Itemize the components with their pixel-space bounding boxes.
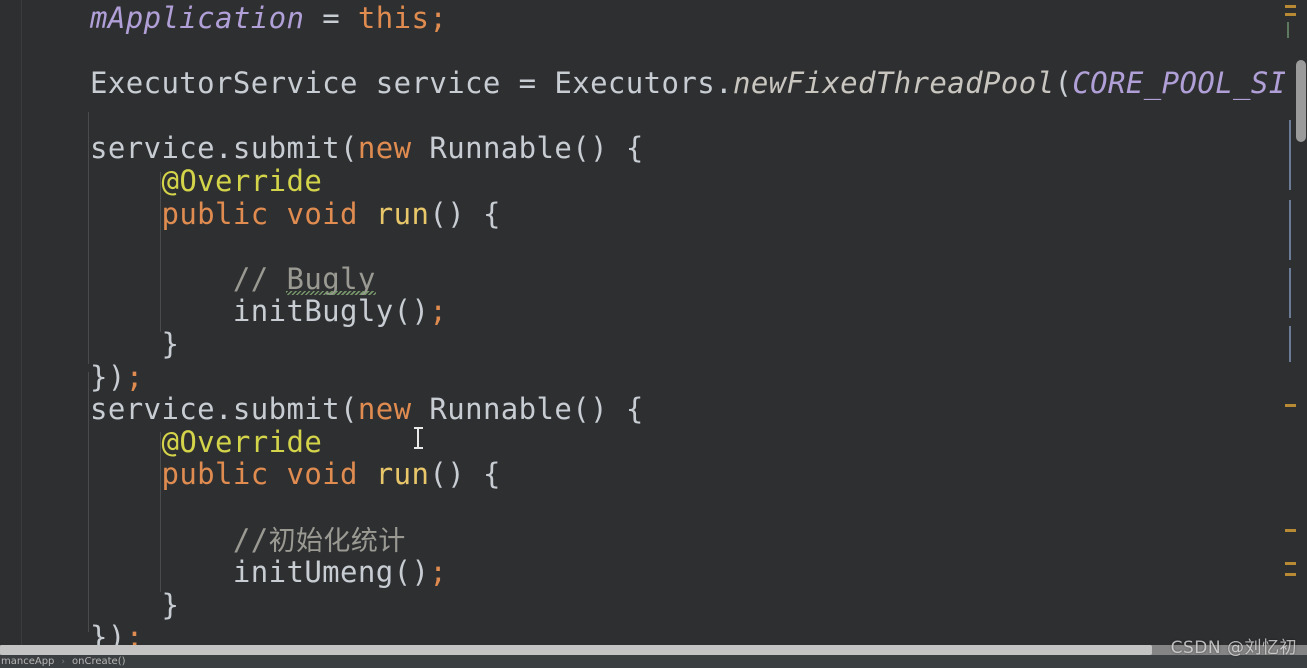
code-token: ( <box>1054 66 1073 101</box>
code-token: } <box>90 327 180 361</box>
code-text-area[interactable]: mApplication = this; ExecutorService serv… <box>0 0 1307 645</box>
code-line[interactable]: // Bugly <box>90 261 377 296</box>
indent-guide <box>88 372 89 632</box>
breadcrumb[interactable]: manceApp › onCreate() <box>0 655 1307 668</box>
warning-marker[interactable] <box>1285 13 1296 16</box>
code-token: 初始化统计 <box>268 525 406 557</box>
caret-column-line <box>1289 200 1291 260</box>
code-token: ; <box>429 294 448 329</box>
code-token: ; <box>429 1 448 35</box>
code-token: new <box>357 392 412 427</box>
code-line[interactable]: }); <box>90 359 144 394</box>
code-token: ExecutorService service = Executors. <box>90 66 733 101</box>
spellcheck-squiggle: Bugly <box>286 261 377 296</box>
code-line[interactable]: @Override <box>90 424 323 459</box>
code-token: service.submit( <box>90 392 358 427</box>
code-token: @Override <box>161 164 323 198</box>
warning-marker[interactable] <box>1285 5 1296 8</box>
code-token: mApplication <box>90 1 305 35</box>
code-token: Bugly <box>286 261 377 296</box>
vertical-scrollbar[interactable] <box>1285 0 1307 645</box>
code-line[interactable]: ExecutorService service = Executors.newF… <box>90 67 1287 100</box>
warning-marker[interactable] <box>1285 573 1296 576</box>
code-line[interactable]: }); <box>90 621 144 645</box>
code-line[interactable]: } <box>90 587 180 622</box>
code-token: this <box>357 1 430 35</box>
code-token: () { <box>429 457 501 492</box>
code-line[interactable]: } <box>90 328 179 361</box>
code-token: ; <box>125 359 144 394</box>
caret-column-line <box>1289 268 1291 318</box>
warning-marker[interactable] <box>1285 529 1296 532</box>
code-token: // <box>232 261 287 296</box>
caret-column-line <box>1287 22 1289 38</box>
code-token: newFixedThreadPool <box>732 66 1055 101</box>
code-token: new <box>357 131 412 166</box>
code-line[interactable]: //初始化统计 <box>90 522 406 557</box>
code-token: CORE_POOL_SI <box>1072 66 1287 101</box>
warning-marker[interactable] <box>1285 562 1296 565</box>
code-token: () { <box>429 196 501 231</box>
code-token: }) <box>90 359 126 394</box>
code-token: @Override <box>161 424 323 459</box>
horizontal-scrollbar-thumb[interactable] <box>0 645 1152 655</box>
code-line[interactable]: mApplication = this; <box>90 2 447 35</box>
code-editor[interactable]: mApplication = this; ExecutorService serv… <box>0 0 1307 668</box>
code-token: = <box>304 1 358 35</box>
horizontal-scrollbar[interactable] <box>0 645 1307 655</box>
code-token: }) <box>90 620 126 645</box>
code-token: // <box>232 522 269 557</box>
code-token: Runnable() { <box>411 131 644 166</box>
code-line[interactable]: service.submit(new Runnable() { <box>90 393 644 426</box>
vertical-scrollbar-thumb[interactable] <box>1296 60 1306 142</box>
caret-column-line <box>1289 120 1291 190</box>
code-token: public void <box>161 457 376 492</box>
code-token: service.submit( <box>90 131 358 166</box>
code-token: ; <box>429 555 448 590</box>
code-line[interactable]: service.submit(new Runnable() { <box>90 132 644 165</box>
breadcrumb-item-method[interactable]: onCreate() <box>70 656 128 667</box>
code-line[interactable]: public void run() { <box>90 196 501 231</box>
breadcrumb-item-class[interactable]: manceApp <box>0 656 56 667</box>
code-token: initBugly() <box>90 294 430 329</box>
warning-marker[interactable] <box>1285 404 1296 407</box>
code-token: ; <box>125 620 144 645</box>
code-line[interactable]: initUmeng(); <box>90 556 447 589</box>
code-token: initUmeng() <box>90 555 430 590</box>
code-token: } <box>90 587 180 622</box>
breadcrumb-separator-icon: › <box>61 656 66 667</box>
code-line[interactable]: @Override <box>90 165 322 198</box>
caret-column-line <box>1289 326 1291 362</box>
code-line[interactable]: public void run() { <box>90 458 501 491</box>
code-line[interactable]: initBugly(); <box>90 295 447 328</box>
code-token: run <box>375 196 430 231</box>
code-token: run <box>375 457 430 492</box>
code-token: public void <box>161 196 376 231</box>
indent-guide <box>88 112 89 364</box>
code-token: Runnable() { <box>411 392 644 427</box>
